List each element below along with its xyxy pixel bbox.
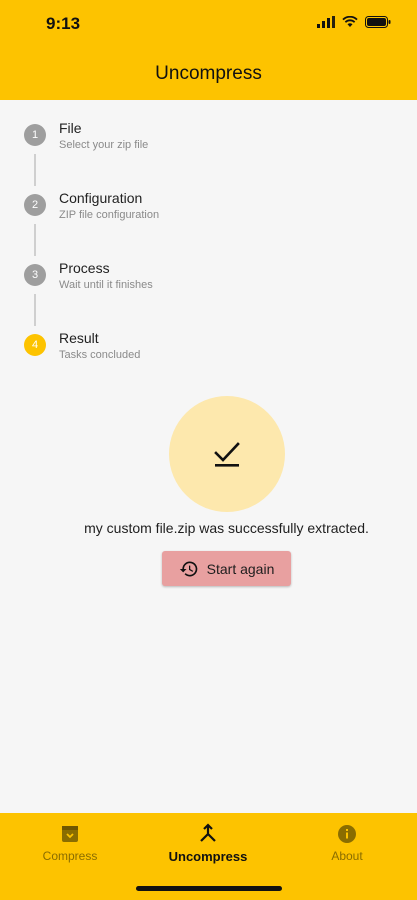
step-connector: [34, 154, 36, 186]
step-process[interactable]: 3 Process Wait until it finishes: [24, 260, 394, 330]
step-connector: [34, 294, 36, 326]
status-time: 9:13: [46, 14, 81, 33]
nav-uncompress[interactable]: Uncompress: [148, 821, 268, 864]
home-indicator[interactable]: [136, 886, 282, 891]
info-icon: [338, 825, 356, 843]
step-number: 2: [24, 194, 46, 216]
status-bar: 9:13: [0, 12, 417, 36]
nav-label: Uncompress: [168, 849, 248, 864]
start-again-button[interactable]: Start again: [162, 551, 291, 586]
system-icons: [317, 16, 391, 28]
step-title: Process: [59, 260, 110, 276]
step-title: Configuration: [59, 190, 143, 206]
page-title: Uncompress: [155, 63, 262, 84]
archive-icon: [62, 826, 78, 842]
stepper: 1 File Select your zip file 2 Configurat…: [24, 120, 394, 400]
step-subtitle: Wait until it finishes: [59, 279, 153, 291]
step-subtitle: Tasks concluded: [59, 349, 141, 361]
history-icon: [179, 561, 197, 576]
uncompress-icon: [200, 823, 216, 842]
nav-about[interactable]: About: [287, 821, 407, 863]
checkmark-icon: [214, 442, 240, 467]
wifi-icon: [342, 16, 358, 27]
result-message: my custom file.zip was successfully extr…: [84, 520, 369, 536]
step-connector: [34, 224, 36, 256]
step-file[interactable]: 1 File Select your zip file: [24, 120, 394, 190]
step-title: File: [59, 120, 82, 136]
step-number: 1: [24, 124, 46, 146]
nav-compress[interactable]: Compress: [10, 821, 130, 863]
step-title: Result: [59, 330, 99, 346]
nav-label: About: [331, 849, 363, 863]
battery-icon: [365, 16, 391, 28]
step-subtitle: ZIP file configuration: [59, 209, 160, 221]
step-number: 3: [24, 264, 46, 286]
app-bar: 9:13 Uncompress: [0, 0, 417, 100]
step-configuration[interactable]: 2 Configuration ZIP file configuration: [24, 190, 394, 260]
signal-icon: [317, 16, 335, 28]
nav-label: Compress: [42, 849, 98, 863]
step-result[interactable]: 4 Result Tasks concluded: [24, 330, 394, 400]
step-subtitle: Select your zip file: [59, 139, 149, 151]
start-again-label: Start again: [206, 560, 275, 577]
success-badge: [169, 396, 285, 512]
step-number: 4: [24, 334, 46, 356]
